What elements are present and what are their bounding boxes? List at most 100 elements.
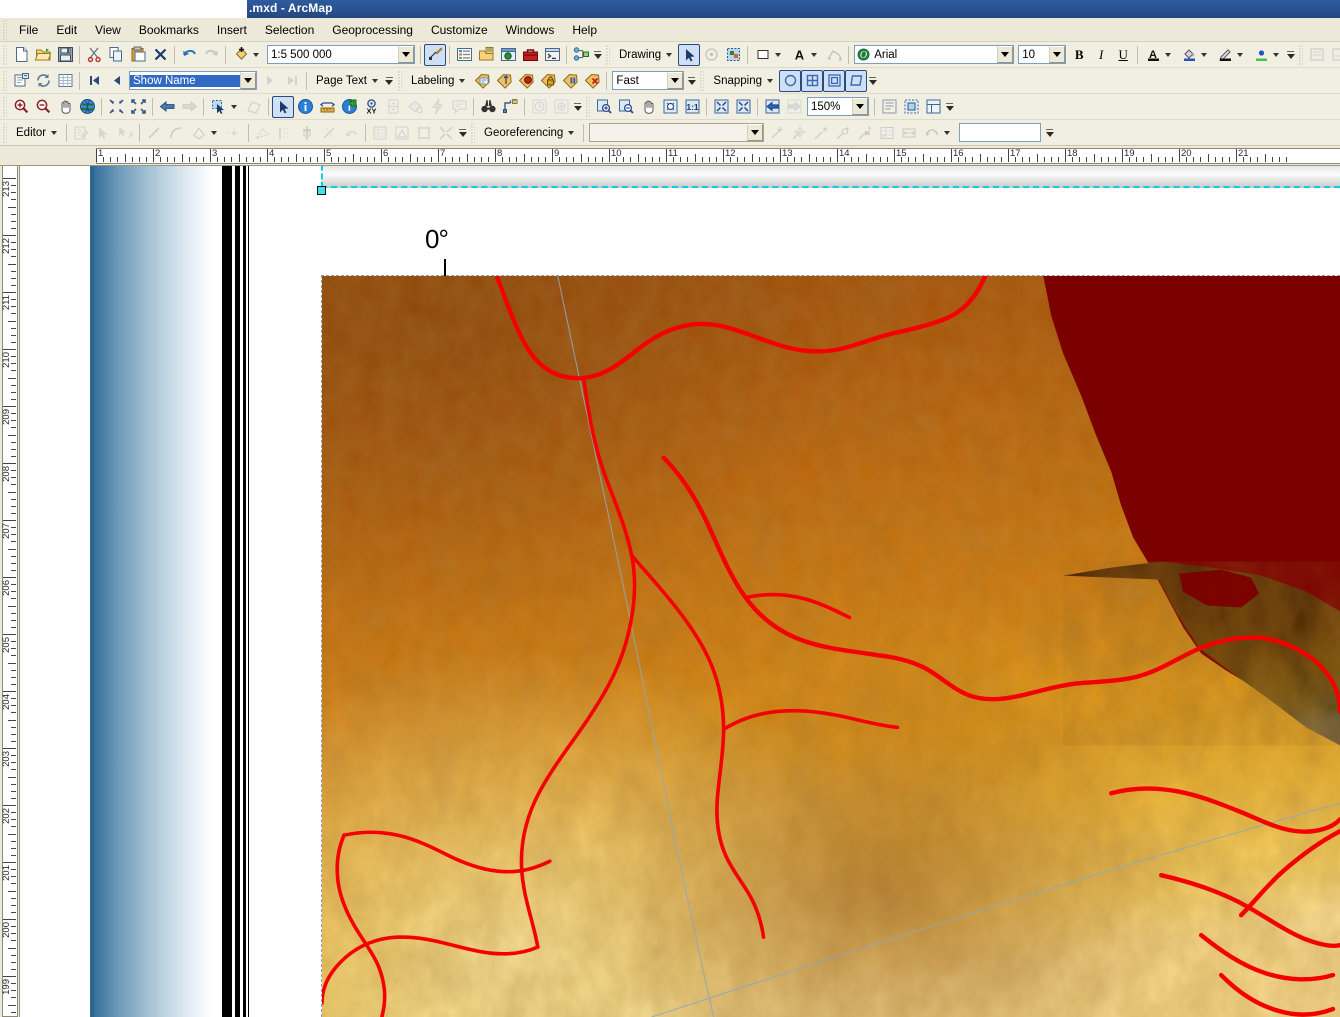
time-slider-icon[interactable] [382, 96, 404, 118]
menu-edit[interactable]: Edit [47, 20, 86, 40]
ddp-toolbar-grip[interactable] [3, 70, 7, 91]
editor-windows-icon[interactable] [435, 122, 457, 144]
label-quality-combo[interactable]: Fast [612, 71, 685, 90]
cut-scissors-icon[interactable] [83, 44, 105, 66]
point-snapping-icon[interactable] [779, 69, 802, 92]
zoom-100-percent-icon[interactable]: 1:1 [681, 96, 703, 118]
model-builder-icon[interactable] [570, 44, 592, 66]
create-features-icon[interactable] [413, 122, 435, 144]
tools-toolbar-overflow[interactable] [572, 96, 583, 118]
editor-toolbar-grip[interactable] [3, 122, 7, 143]
italic-button[interactable]: I [1090, 44, 1112, 66]
next-page-icon[interactable] [259, 70, 281, 92]
toolbox-icon[interactable] [519, 44, 541, 66]
fixed-zoom-out-icon[interactable] [127, 96, 149, 118]
draw-toolbar-overflow[interactable] [1285, 44, 1296, 66]
map-scale-dropdown-icon[interactable] [398, 46, 414, 63]
ddp-setup-icon[interactable] [1306, 44, 1328, 66]
edit-vertices-icon[interactable] [823, 44, 845, 66]
layout-toolbar-grip[interactable] [586, 96, 590, 117]
magnify-link-icon[interactable] [832, 122, 854, 144]
menu-geoprocessing[interactable]: Geoprocessing [323, 20, 422, 40]
layout-zoom-in-icon[interactable] [593, 96, 615, 118]
redo-icon[interactable] [200, 44, 222, 66]
clear-selection-icon[interactable] [243, 96, 265, 118]
marker-color-picker[interactable] [1249, 44, 1285, 66]
label-lock-icon[interactable] [537, 70, 559, 92]
ddp-refresh-pages-icon[interactable] [32, 70, 54, 92]
menu-windows[interactable]: Windows [497, 20, 564, 40]
draw-toolbar-grip[interactable] [606, 44, 610, 65]
label-weight-icon[interactable] [515, 70, 537, 92]
menu-file[interactable]: File [10, 20, 47, 40]
georef-layer-dropdown-icon[interactable] [747, 124, 764, 141]
horizontal-ruler[interactable]: 1 2 3 4 5 6 7 8 9 10 11 12 13 14 15 16 17 18 19 20 21 [0, 146, 1340, 166]
georef-toolbar-overflow[interactable] [1044, 122, 1055, 144]
paste-icon[interactable] [127, 44, 149, 66]
selection-handle[interactable] [317, 186, 326, 195]
create-viewer-icon[interactable] [404, 96, 426, 118]
snapping-toolbar-grip[interactable] [700, 70, 705, 91]
hyperlink-icon[interactable] [338, 96, 360, 118]
tools-toolbar-grip[interactable] [3, 96, 7, 117]
label-priority-icon[interactable] [493, 70, 515, 92]
lightning-icon[interactable] [426, 96, 448, 118]
fill-color-picker[interactable] [751, 44, 787, 66]
ddp-toolbar-overflow[interactable] [384, 70, 395, 92]
undo-edit-icon[interactable] [340, 122, 362, 144]
focus-data-frame-icon[interactable] [900, 96, 922, 118]
previous-page-icon[interactable] [105, 70, 127, 92]
go-to-xy-icon[interactable]: XY [360, 96, 382, 118]
delete-x-icon[interactable] [149, 44, 171, 66]
sketch-properties-icon[interactable] [391, 122, 413, 144]
layout-zoom-dropdown-icon[interactable] [852, 98, 868, 115]
fixed-zoom-in-icon[interactable] [105, 96, 127, 118]
construction-tool-dropdown[interactable] [187, 122, 223, 144]
copy-icon[interactable] [105, 44, 127, 66]
arc-segment-icon[interactable] [165, 122, 187, 144]
line-color-picker[interactable] [1213, 44, 1249, 66]
layout-view-canvas[interactable]: 0° [21, 166, 1340, 1017]
menu-grip[interactable] [3, 19, 7, 40]
cut-polygons-icon[interactable] [296, 122, 318, 144]
menu-view[interactable]: View [86, 20, 130, 40]
underline-button[interactable]: U [1112, 44, 1134, 66]
labeling-toolbar-overflow[interactable] [686, 70, 697, 92]
dem-hillshade-raster[interactable] [322, 276, 1340, 1017]
edit-annotation-icon[interactable]: A [114, 122, 136, 144]
edit-arrow-icon[interactable] [92, 122, 114, 144]
georeferencing-menu[interactable]: Georeferencing [478, 122, 580, 144]
label-delete-icon[interactable] [581, 70, 603, 92]
time-clock-icon[interactable] [528, 96, 550, 118]
find-binoculars-icon[interactable] [477, 96, 499, 118]
drawing-menu[interactable]: Drawing [613, 44, 678, 66]
undo-icon[interactable] [178, 44, 200, 66]
layout-pan-icon[interactable] [637, 96, 659, 118]
back-extent-icon[interactable] [156, 96, 178, 118]
html-popup-icon[interactable] [448, 96, 470, 118]
add-control-points-icon[interactable] [766, 122, 788, 144]
fixed-zoom-in-page-icon[interactable] [710, 96, 732, 118]
edge-snapping-icon[interactable] [845, 69, 868, 92]
label-manager-icon[interactable] [471, 70, 493, 92]
open-folder-icon[interactable] [32, 44, 54, 66]
auto-registration-icon[interactable] [788, 122, 810, 144]
vertex-snapping-icon[interactable] [801, 69, 824, 92]
fixed-zoom-out-page-icon[interactable] [732, 96, 754, 118]
select-elements-icon[interactable] [272, 95, 294, 118]
black-bar-3[interactable] [243, 166, 246, 1017]
measure-icon[interactable] [316, 96, 338, 118]
label-quality-dropdown-icon[interactable] [667, 72, 684, 89]
ddp-page-name-combo[interactable]: Show Name [129, 71, 257, 90]
delete-link-icon[interactable] [854, 122, 876, 144]
labeling-toolbar-grip[interactable] [397, 70, 402, 91]
table-of-contents-icon[interactable] [453, 44, 475, 66]
font-color-picker[interactable]: A [1141, 44, 1177, 66]
attributes-icon[interactable] [369, 122, 391, 144]
search-window-icon[interactable] [497, 44, 519, 66]
select-elements-arrow-icon[interactable] [678, 43, 701, 66]
rotate-tool-icon[interactable] [318, 122, 340, 144]
select-features-tool[interactable] [207, 96, 243, 118]
last-page-icon[interactable] [281, 70, 303, 92]
snapping-toolbar-overflow[interactable] [867, 70, 878, 92]
